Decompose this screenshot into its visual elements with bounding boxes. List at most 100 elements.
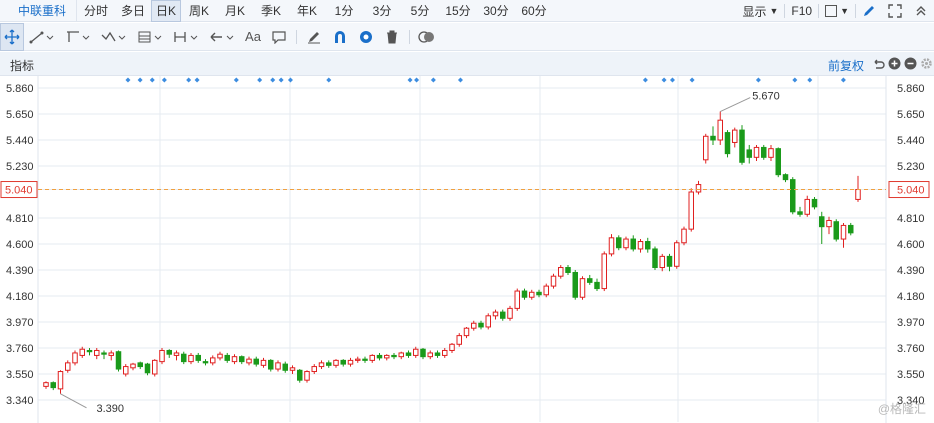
up-arrows-icon [916,6,926,16]
candle [123,364,129,377]
magnet-tool[interactable] [327,23,353,51]
chart-grid [37,76,887,423]
candle [819,211,825,244]
candle-body [478,322,484,328]
fib-tool[interactable] [132,23,168,51]
line-icon [29,31,54,43]
candle-body [840,224,847,240]
fullscreen-button[interactable] [882,4,908,18]
adjust-button[interactable]: 前复权 [828,57,864,74]
zoom-in-icon[interactable] [888,57,901,70]
candle [623,236,629,251]
candle-body [50,382,56,389]
candle-body [688,191,694,230]
wave-tool[interactable] [96,23,132,51]
candle [587,274,593,285]
period-tab[interactable]: 15分 [439,0,477,22]
f10-button[interactable]: F10 [785,4,818,18]
channel-tool[interactable] [60,23,96,51]
candle [645,237,651,253]
eraser-tool[interactable] [301,23,327,51]
draw-pen-button[interactable] [856,4,882,18]
candle [166,349,172,358]
expand-icon [888,4,902,18]
candle-body [746,149,752,158]
y-tick-label: 4.390 [897,265,925,277]
range-tool[interactable] [168,23,204,51]
move-tool[interactable] [0,22,24,51]
indicator-button[interactable]: 指标 [10,57,34,74]
candle-body [72,352,78,364]
line-tool[interactable] [24,23,60,51]
y-tick-label: 4.600 [6,239,34,251]
candle [188,352,194,365]
candle [804,195,810,217]
candle-body [159,349,165,363]
period-tab[interactable]: 5分 [401,0,439,22]
move-icon [4,29,20,44]
candle [420,348,426,360]
candle [594,278,600,292]
period-tab[interactable]: 60分 [515,0,553,22]
candle-body [65,362,71,371]
display-menu[interactable]: 显示 ▼ [736,3,784,20]
period-bar: 中联重科 分时 多日 日K 周K 月K 季K 年K 1分 3分 5分 15分 30分 60分 显示 ▼ … [0,0,934,22]
candle-body [579,278,586,298]
indicator-row: 指标 前复权 [0,52,934,76]
candle [674,240,680,269]
period-tab[interactable]: 月K [217,0,253,22]
toggle-tool[interactable] [414,23,440,51]
candle [717,111,723,145]
collapse-button[interactable] [908,4,934,18]
period-tab[interactable]: 1分 [325,0,363,22]
period-tab[interactable]: 日K [151,0,182,22]
candle-body [449,343,455,351]
undo-icon[interactable] [872,57,885,70]
candle [659,253,665,272]
gear-icon[interactable] [920,57,933,70]
period-tab[interactable]: 分时 [77,0,115,22]
event-marker [278,77,284,83]
candle-body [637,241,644,250]
period-tab[interactable]: 周K [181,0,217,22]
candle [115,350,122,372]
candle-body [514,290,520,309]
candlestick-chart[interactable]: 5.860 5.650 5.440 5.230 4.810 4.600 4.390 4.180… [0,76,934,423]
candle [376,352,383,361]
candle-body [710,135,716,141]
candle-body [652,248,658,269]
y-tick-label: 5.860 [897,83,925,95]
stock-name[interactable]: 中联重科 [0,0,78,22]
candle-body [405,352,412,356]
candle [318,360,325,370]
period-tab[interactable]: 年K [289,0,325,22]
candle [210,355,216,366]
layout-menu[interactable]: ▼ [819,5,855,17]
period-tab[interactable]: 季K [253,0,289,22]
period-tab[interactable]: 3分 [363,0,401,22]
candle [637,239,644,253]
candle [159,348,165,365]
y-tick-label: 3.760 [897,343,925,355]
text-tool[interactable]: Aa [240,23,266,51]
candle-body [492,311,499,317]
candle [782,173,789,183]
range-icon [174,31,198,42]
y-tick-label: 5.230 [6,161,34,173]
candle [340,359,346,367]
y-tick-label: 4.180 [897,291,925,303]
candle [630,235,636,252]
period-tab[interactable]: 30分 [477,0,515,22]
visibility-tool[interactable] [353,23,379,51]
arrow-tool[interactable] [204,23,240,51]
period-tab[interactable]: 多日 [115,0,151,22]
low-price-label: 3.390 [97,403,125,415]
y-tick-label: 4.180 [6,291,34,303]
zoom-out-icon[interactable] [904,57,917,70]
delete-tool[interactable] [379,23,405,51]
candle-body [536,291,542,296]
comment-tool[interactable] [266,23,292,51]
candle-body [86,349,93,353]
candle [355,356,361,363]
candle-body [471,322,477,329]
